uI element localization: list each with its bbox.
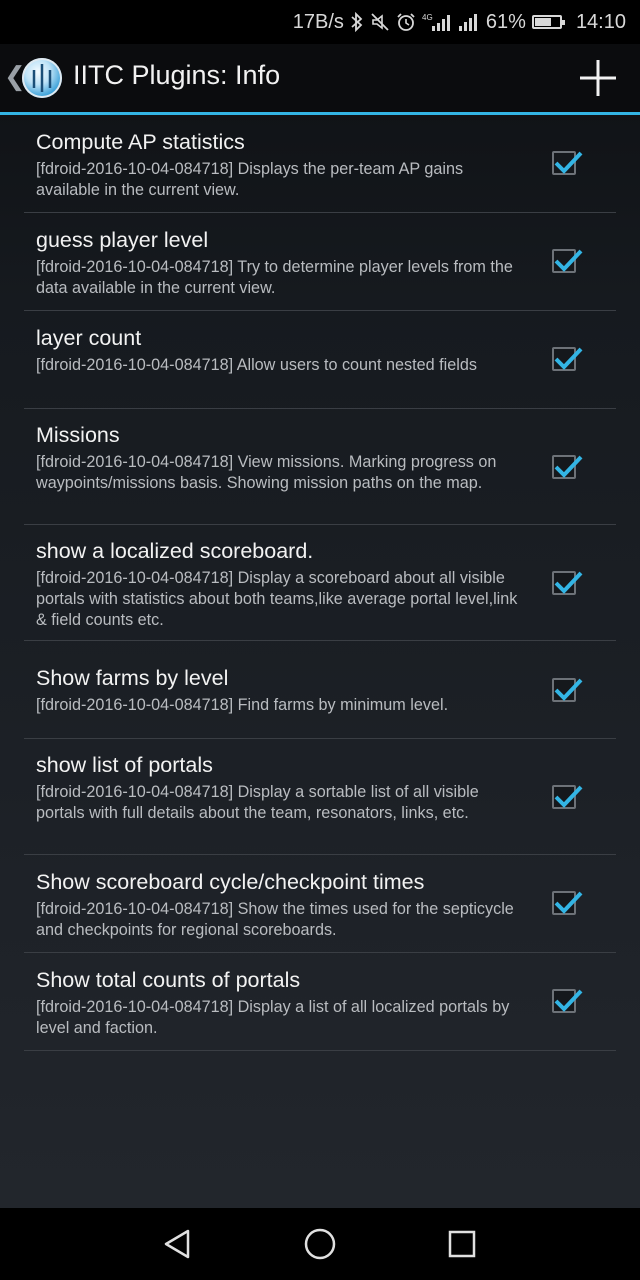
navigation-bar — [0, 1208, 640, 1280]
checkmark-icon — [554, 455, 583, 478]
list-item[interactable]: guess player level [fdroid-2016-10-04-08… — [24, 213, 616, 311]
plugin-title: show a localized scoreboard. — [36, 539, 314, 563]
checkmark-icon — [554, 678, 583, 701]
list-item[interactable]: Compute AP statistics [fdroid-2016-10-04… — [24, 115, 616, 213]
plugin-checkbox[interactable] — [552, 678, 583, 702]
list-item-text: Missions [fdroid-2016-10-04-084718] View… — [36, 422, 522, 494]
plugin-list: Compute AP statistics [fdroid-2016-10-04… — [24, 115, 616, 1051]
checkmark-icon — [554, 891, 583, 914]
plugin-description: [fdroid-2016-10-04-084718] Show the time… — [36, 900, 514, 939]
list-item-text: Show scoreboard cycle/checkpoint times [… — [36, 869, 522, 941]
status-bar: 17B/s 4G 61% 14:10 — [0, 0, 640, 44]
add-plugin-button[interactable] — [576, 56, 620, 100]
plugin-title: show list of portals — [36, 753, 213, 777]
bluetooth-icon — [350, 12, 364, 32]
list-item[interactable]: show list of portals [fdroid-2016-10-04-… — [24, 739, 616, 855]
checkmark-icon — [554, 785, 583, 808]
nav-recents-button[interactable] — [444, 1226, 480, 1262]
plugin-description: [fdroid-2016-10-04-084718] Find farms by… — [36, 696, 449, 714]
plugin-checkbox[interactable] — [552, 785, 583, 809]
page-title: IITC Plugins: Info — [73, 60, 281, 90]
plugin-checkbox[interactable] — [552, 249, 583, 273]
list-item[interactable]: Show farms by level [fdroid-2016-10-04-0… — [24, 641, 616, 739]
plugin-title: Missions — [36, 423, 120, 447]
screen: 17B/s 4G 61% 14:10 ❮ IITC Plugins: Info … — [0, 0, 640, 1280]
checkmark-icon — [554, 571, 583, 594]
list-item-text: Compute AP statistics [fdroid-2016-10-04… — [36, 129, 522, 201]
plugin-checkbox[interactable] — [552, 151, 583, 175]
mute-icon — [370, 12, 390, 32]
plugin-title: Show farms by level — [36, 666, 229, 690]
nav-home-button[interactable] — [302, 1226, 338, 1262]
checkmark-icon — [554, 249, 583, 272]
plugin-description: [fdroid-2016-10-04-084718] Try to determ… — [36, 258, 513, 297]
battery-icon — [531, 15, 565, 29]
plugin-title: layer count — [36, 326, 142, 350]
alarm-icon — [396, 12, 416, 32]
plugin-description: [fdroid-2016-10-04-084718] Allow users t… — [36, 356, 477, 374]
list-item[interactable]: layer count [fdroid-2016-10-04-084718] A… — [24, 311, 616, 409]
plugin-description: [fdroid-2016-10-04-084718] Displays the … — [36, 160, 464, 199]
plugin-checkbox[interactable] — [552, 571, 583, 595]
plugin-description: [fdroid-2016-10-04-084718] View missions… — [36, 453, 497, 492]
list-item[interactable]: Show total counts of portals [fdroid-201… — [24, 953, 616, 1051]
network-speed: 17B/s — [292, 10, 344, 33]
list-item-text: Show farms by level [fdroid-2016-10-04-0… — [36, 665, 522, 716]
plugin-checkbox[interactable] — [552, 891, 583, 915]
plugin-description: [fdroid-2016-10-04-084718] Display a lis… — [36, 998, 510, 1037]
list-item-text: Show total counts of portals [fdroid-201… — [36, 967, 522, 1039]
plugin-checkbox[interactable] — [552, 989, 583, 1013]
list-item[interactable]: show a localized scoreboard. [fdroid-201… — [24, 525, 616, 641]
status-icons: 17B/s 4G 61% 14:10 — [293, 0, 626, 44]
list-item-text: show a localized scoreboard. [fdroid-201… — [36, 538, 522, 631]
checkmark-icon — [554, 151, 583, 174]
back-triangle-icon — [164, 1229, 190, 1259]
recents-square-icon — [448, 1230, 476, 1258]
battery-percent: 61% — [485, 10, 526, 33]
home-circle-icon — [304, 1228, 336, 1260]
svg-text:4G: 4G — [422, 13, 433, 22]
action-bar: ❮ IITC Plugins: Info — [0, 44, 640, 115]
plugin-title: guess player level — [36, 228, 209, 252]
plugin-checkbox[interactable] — [552, 455, 583, 479]
plugin-title: Show total counts of portals — [36, 968, 301, 992]
iitc-logo-icon[interactable] — [22, 58, 62, 98]
plugin-description: [fdroid-2016-10-04-084718] Display a sco… — [36, 569, 518, 629]
list-item-text: show list of portals [fdroid-2016-10-04-… — [36, 752, 522, 824]
checkmark-icon — [554, 989, 583, 1012]
list-item-text: guess player level [fdroid-2016-10-04-08… — [36, 227, 522, 299]
plugin-checkbox[interactable] — [552, 347, 583, 371]
plus-icon — [580, 60, 616, 96]
checkmark-icon — [554, 347, 583, 370]
list-item[interactable]: Show scoreboard cycle/checkpoint times [… — [24, 855, 616, 953]
clock: 14:10 — [575, 10, 626, 33]
plugin-title: Compute AP statistics — [36, 130, 245, 154]
list-item-text: layer count [fdroid-2016-10-04-084718] A… — [36, 325, 522, 376]
list-item[interactable]: Missions [fdroid-2016-10-04-084718] View… — [24, 409, 616, 525]
nav-back-button[interactable] — [160, 1226, 196, 1262]
signal-icon — [458, 12, 480, 32]
plugin-title: Show scoreboard cycle/checkpoint times — [36, 870, 425, 894]
plugin-description: [fdroid-2016-10-04-084718] Display a sor… — [36, 783, 479, 822]
4g-signal-icon: 4G — [422, 11, 452, 33]
